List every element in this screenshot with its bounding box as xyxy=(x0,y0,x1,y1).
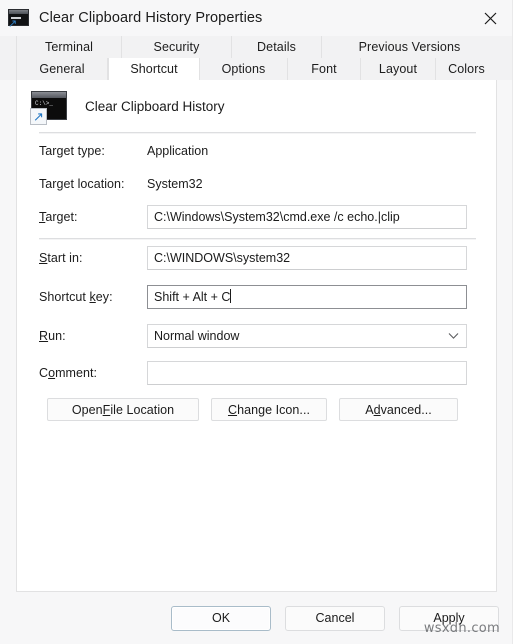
tab-previous-versions[interactable]: Previous Versions xyxy=(322,36,497,58)
target-label: Target: xyxy=(39,210,147,224)
watermark: wsxdn.com xyxy=(423,621,500,636)
label-accelerator: C xyxy=(227,402,238,417)
shortcut-key-label: Shortcut key: xyxy=(39,290,147,304)
target-input[interactable]: C:\Windows\System32\cmd.exe /c echo.|cli… xyxy=(147,205,467,229)
command-prompt-shortcut-icon: ↗ xyxy=(8,8,30,30)
close-icon[interactable] xyxy=(467,0,513,36)
label-accelerator: R xyxy=(39,328,49,343)
label-accelerator: F xyxy=(102,402,111,417)
label-pre: Open xyxy=(71,402,103,417)
tab-label: Terminal xyxy=(44,40,94,54)
row-run: Run: Normal window xyxy=(17,316,496,355)
label-post: mment: xyxy=(55,366,98,380)
shortcut-tab-panel: C:\>_ ↗ Clear Clipboard History Target t… xyxy=(16,80,497,592)
comment-label: Comment: xyxy=(39,366,147,380)
tab-label: Security xyxy=(153,40,200,54)
target-type-label: Target type: xyxy=(39,143,105,158)
open-file-location-button[interactable]: Open File Location xyxy=(47,398,199,421)
target-location-value: System32 xyxy=(147,177,203,191)
label-post: ile Location xyxy=(110,402,175,417)
label-pre: A xyxy=(365,402,374,417)
tab-label: Options xyxy=(221,62,266,76)
label-post: vanced... xyxy=(380,402,432,417)
field-rows: Target type: Application Target location… xyxy=(17,133,496,234)
row-target: Target: C:\Windows\System32\cmd.exe /c e… xyxy=(17,200,496,234)
label-pre: Shortcut xyxy=(39,289,90,304)
command-prompt-shortcut-icon-large: C:\>_ ↗ xyxy=(30,91,67,125)
label-post: tart in: xyxy=(47,251,83,265)
row-target-type: Target type: Application xyxy=(17,133,496,168)
advanced-button[interactable]: Ad vanced... xyxy=(339,398,458,421)
tab-label: Details xyxy=(257,40,296,54)
row-comment: Comment: xyxy=(17,355,496,391)
tab-label: Shortcut xyxy=(130,62,178,76)
tab-security[interactable]: Security xyxy=(122,36,232,58)
start-in-label: Start in: xyxy=(39,251,147,265)
tab-shortcut[interactable]: Shortcut xyxy=(108,58,200,80)
shortcut-name: Clear Clipboard History xyxy=(85,98,225,114)
target-location-label: Target location: xyxy=(39,177,125,191)
tab-details[interactable]: Details xyxy=(232,36,322,58)
tab-row-top: Terminal Security Details Previous Versi… xyxy=(16,36,501,58)
tab-label: Layout xyxy=(378,62,418,76)
run-label: Run: xyxy=(39,329,147,343)
chevron-down-icon xyxy=(448,332,459,339)
tab-font[interactable]: Font xyxy=(288,58,361,80)
label-post: un: xyxy=(48,328,66,343)
comment-input[interactable] xyxy=(147,361,467,385)
app-header: C:\>_ ↗ Clear Clipboard History xyxy=(17,80,496,132)
tab-colors[interactable]: Colors xyxy=(436,58,497,80)
shortcut-arrow-icon: ↗ xyxy=(8,18,18,30)
tab-layout[interactable]: Layout xyxy=(361,58,436,80)
shortcut-action-buttons: Open File Location Change Icon... Ad vanc… xyxy=(17,398,496,421)
properties-dialog: ↗ Clear Clipboard History Properties Ter… xyxy=(0,0,513,644)
label-post: hange Icon... xyxy=(237,402,310,417)
shortcut-key-value: Shift + Alt + C xyxy=(154,289,231,304)
tab-label: Previous Versions xyxy=(358,40,461,54)
tab-terminal[interactable]: Terminal xyxy=(16,36,122,58)
tab-label: Colors xyxy=(448,62,485,76)
target-type-value: Application xyxy=(147,143,209,158)
run-dropdown[interactable]: Normal window xyxy=(147,323,467,348)
row-start-in: Start in: C:\WINDOWS\system32 xyxy=(17,239,496,277)
change-icon-button[interactable]: Change Icon... xyxy=(211,398,327,421)
icon-text: C:\>_ xyxy=(35,100,54,107)
run-selected-value: Normal window xyxy=(154,328,240,343)
tab-label: Font xyxy=(311,62,337,76)
shortcut-arrow-icon: ↗ xyxy=(30,108,47,125)
cancel-button[interactable]: Cancel xyxy=(285,605,385,631)
tab-general[interactable]: General xyxy=(16,58,108,80)
row-shortcut-key: Shortcut key: Shift + Alt + C xyxy=(17,277,496,316)
shortcut-key-input[interactable]: Shift + Alt + C xyxy=(147,284,467,309)
text-caret xyxy=(230,288,232,303)
title-bar: ↗ Clear Clipboard History Properties xyxy=(0,0,513,36)
tab-row-bottom: General Shortcut Options Font Layout Col… xyxy=(16,58,501,80)
label-post: arget: xyxy=(45,210,78,224)
dialog-footer: OK Cancel Apply wsxdn.com xyxy=(0,592,513,644)
window-title: Clear Clipboard History Properties xyxy=(39,10,263,26)
label-pre: C xyxy=(39,366,49,380)
ok-button[interactable]: OK xyxy=(171,605,271,631)
tab-strip: Terminal Security Details Previous Versi… xyxy=(0,36,513,80)
label-accelerator: d xyxy=(373,402,381,417)
row-target-location: Target location: System32 xyxy=(17,168,496,200)
tab-label: General xyxy=(39,62,85,76)
start-in-input[interactable]: C:\WINDOWS\system32 xyxy=(147,246,467,270)
field-rows-2: Start in: C:\WINDOWS\system32 Shortcut k… xyxy=(17,239,496,391)
label-post: ey: xyxy=(95,289,113,304)
tab-options[interactable]: Options xyxy=(200,58,288,80)
